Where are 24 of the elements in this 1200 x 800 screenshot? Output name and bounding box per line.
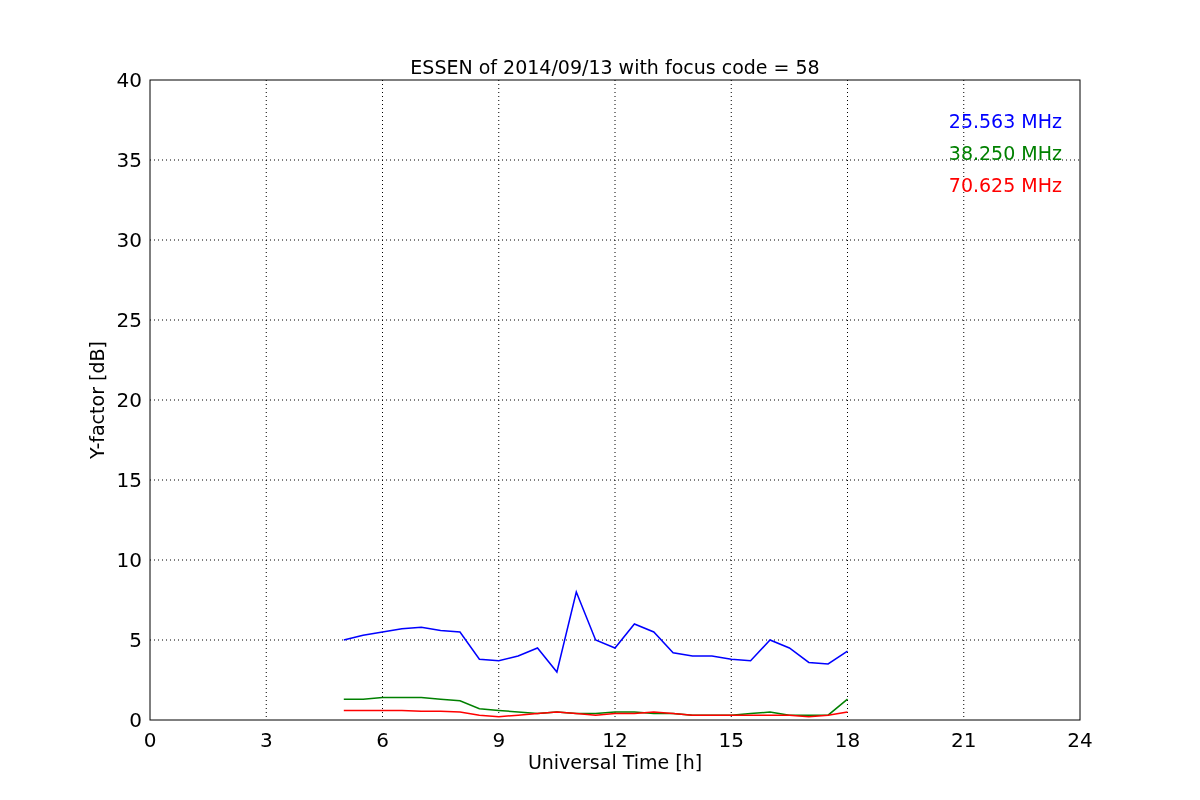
x-tick-label: 9	[492, 728, 506, 752]
x-tick-label: 15	[718, 728, 744, 752]
y-tick-label: 25	[116, 308, 142, 332]
legend-label: 70.625 MHz	[948, 174, 1062, 196]
y-tick-label: 35	[116, 148, 142, 172]
y-tick-label: 5	[129, 628, 142, 652]
chart-title: ESSEN of 2014/09/13 with focus code = 58	[410, 56, 820, 78]
y-tick-label: 40	[116, 68, 142, 92]
y-tick-label: 15	[116, 468, 142, 492]
x-tick-label: 0	[143, 728, 157, 752]
legend-label: 25.563 MHz	[948, 110, 1062, 132]
x-tick-label: 6	[376, 728, 389, 752]
x-tick-label: 24	[1067, 728, 1093, 752]
x-tick-label: 3	[259, 728, 273, 752]
y-axis-label: Y-factor [dB]	[86, 341, 108, 459]
x-tick-label: 12	[602, 728, 628, 752]
x-tick-label: 21	[951, 728, 977, 752]
x-axis-label: Universal Time [h]	[527, 751, 703, 773]
y-tick-label: 20	[116, 388, 142, 412]
legend-label: 38.250 MHz	[948, 142, 1062, 164]
y-tick-label: 0	[129, 708, 142, 732]
x-tick-label: 18	[834, 728, 861, 752]
y-tick-label: 30	[116, 228, 142, 252]
y-tick-label: 10	[116, 548, 142, 572]
